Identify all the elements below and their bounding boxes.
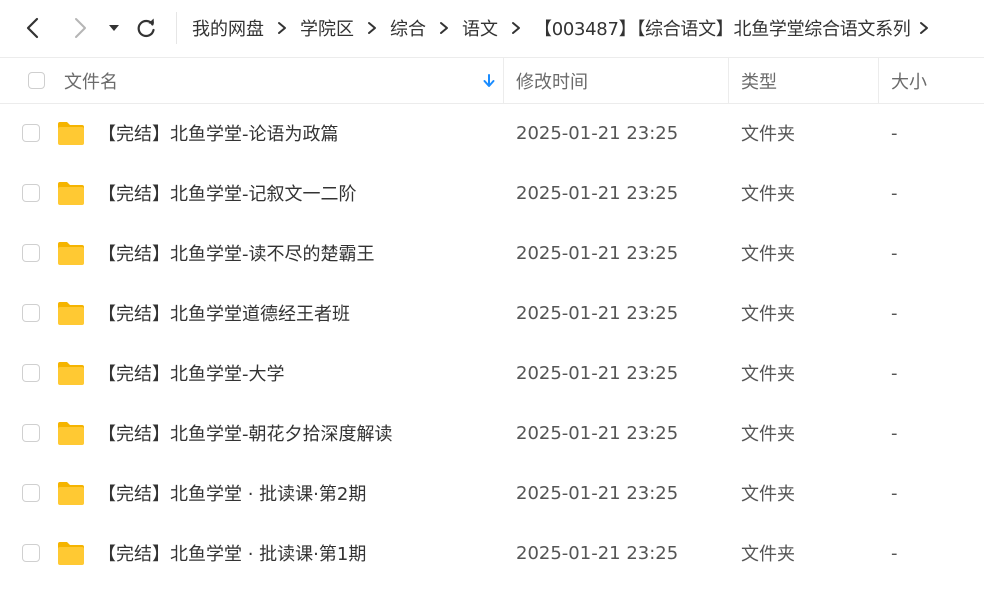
table-row[interactable]: 【完结】北鱼学堂-读不尽的楚霸王 2025-01-21 23:25 文件夹 - bbox=[0, 223, 984, 283]
breadcrumb-item-current[interactable]: 【003487】【综合语文】北鱼学堂综合语文系列 bbox=[534, 15, 911, 41]
breadcrumb-item[interactable]: 语文 bbox=[462, 15, 498, 41]
row-name[interactable]: 【完结】北鱼学堂道德经王者班 bbox=[98, 283, 350, 343]
back-button[interactable] bbox=[19, 14, 47, 42]
row-name[interactable]: 【完结】北鱼学堂 · 批读课·第2期 bbox=[98, 463, 366, 523]
row-checkbox[interactable] bbox=[22, 184, 40, 202]
row-type: 文件夹 bbox=[741, 364, 795, 385]
row-size: - bbox=[891, 242, 898, 264]
breadcrumb-separator-icon bbox=[498, 18, 534, 38]
row-checkbox[interactable] bbox=[22, 544, 40, 562]
table-row[interactable]: 【完结】北鱼学堂-大学 2025-01-21 23:25 文件夹 - bbox=[0, 343, 984, 403]
row-mtime: 2025-01-21 23:25 bbox=[516, 182, 679, 204]
toolbar: 我的网盘 学院区 综合 语文 【003487】【综合语文】北鱼学堂综合语文系列 bbox=[0, 0, 984, 56]
row-checkbox-cell bbox=[22, 163, 40, 223]
table-row[interactable]: 【完结】北鱼学堂-论语为政篇 2025-01-21 23:25 文件夹 - bbox=[0, 103, 984, 163]
select-all-cell bbox=[28, 58, 45, 103]
row-type: 文件夹 bbox=[741, 304, 795, 325]
select-all-checkbox[interactable] bbox=[28, 72, 45, 89]
toolbar-divider bbox=[176, 12, 177, 44]
breadcrumb-separator-icon bbox=[354, 18, 390, 38]
row-checkbox-cell bbox=[22, 523, 40, 583]
row-mtime: 2025-01-21 23:25 bbox=[516, 362, 679, 384]
file-list-header: 文件名 修改时间 类型 大小 bbox=[0, 57, 984, 104]
row-checkbox-cell bbox=[22, 463, 40, 523]
row-size: - bbox=[891, 362, 898, 384]
row-checkbox[interactable] bbox=[22, 304, 40, 322]
forward-button[interactable] bbox=[66, 14, 94, 42]
column-header-name[interactable]: 文件名 bbox=[64, 58, 118, 103]
row-checkbox-cell bbox=[22, 103, 40, 163]
table-row[interactable]: 【完结】北鱼学堂-记叙文一二阶 2025-01-21 23:25 文件夹 - bbox=[0, 163, 984, 223]
column-header-mtime[interactable]: 修改时间 bbox=[516, 58, 588, 103]
column-divider[interactable] bbox=[878, 58, 879, 103]
file-list: 【完结】北鱼学堂-论语为政篇 2025-01-21 23:25 文件夹 - 【完… bbox=[0, 103, 984, 583]
row-checkbox[interactable] bbox=[22, 484, 40, 502]
row-mtime: 2025-01-21 23:25 bbox=[516, 422, 679, 444]
row-type: 文件夹 bbox=[741, 124, 795, 145]
row-checkbox[interactable] bbox=[22, 124, 40, 142]
row-name[interactable]: 【完结】北鱼学堂-读不尽的楚霸王 bbox=[98, 223, 375, 283]
column-header-size[interactable]: 大小 bbox=[891, 58, 927, 103]
refresh-button[interactable] bbox=[132, 14, 160, 42]
folder-icon bbox=[56, 163, 86, 223]
row-mtime: 2025-01-21 23:25 bbox=[516, 242, 679, 264]
folder-icon bbox=[56, 103, 86, 163]
row-checkbox[interactable] bbox=[22, 424, 40, 442]
breadcrumb-item[interactable]: 学院区 bbox=[300, 15, 354, 41]
breadcrumb: 我的网盘 学院区 综合 语文 【003487】【综合语文】北鱼学堂综合语文系列 bbox=[192, 0, 937, 56]
breadcrumb-item[interactable]: 我的网盘 bbox=[192, 15, 264, 41]
chevron-right-icon bbox=[75, 18, 86, 38]
table-row[interactable]: 【完结】北鱼学堂 · 批读课·第1期 2025-01-21 23:25 文件夹 … bbox=[0, 523, 984, 583]
row-name[interactable]: 【完结】北鱼学堂 · 批读课·第1期 bbox=[98, 523, 366, 583]
table-row[interactable]: 【完结】北鱼学堂 · 批读课·第2期 2025-01-21 23:25 文件夹 … bbox=[0, 463, 984, 523]
row-checkbox-cell bbox=[22, 283, 40, 343]
column-header-type[interactable]: 类型 bbox=[741, 58, 777, 103]
row-checkbox[interactable] bbox=[22, 244, 40, 262]
row-checkbox-cell bbox=[22, 223, 40, 283]
row-size: - bbox=[891, 122, 898, 144]
row-mtime: 2025-01-21 23:25 bbox=[516, 542, 679, 564]
row-size: - bbox=[891, 302, 898, 324]
row-size: - bbox=[891, 542, 898, 564]
row-name[interactable]: 【完结】北鱼学堂-记叙文一二阶 bbox=[98, 163, 357, 223]
row-type: 文件夹 bbox=[741, 244, 795, 265]
breadcrumb-separator-icon bbox=[426, 18, 462, 38]
folder-icon bbox=[56, 283, 86, 343]
folder-icon bbox=[56, 223, 86, 283]
breadcrumb-more-icon[interactable] bbox=[911, 18, 937, 38]
history-dropdown-button[interactable] bbox=[104, 14, 124, 42]
refresh-icon bbox=[137, 18, 155, 38]
table-row[interactable]: 【完结】北鱼学堂-朝花夕拾深度解读 2025-01-21 23:25 文件夹 - bbox=[0, 403, 984, 463]
breadcrumb-item[interactable]: 综合 bbox=[390, 15, 426, 41]
folder-icon bbox=[56, 343, 86, 403]
row-name[interactable]: 【完结】北鱼学堂-大学 bbox=[98, 343, 285, 403]
file-manager-window: 我的网盘 学院区 综合 语文 【003487】【综合语文】北鱼学堂综合语文系列 bbox=[0, 0, 984, 602]
column-divider[interactable] bbox=[728, 58, 729, 103]
row-checkbox-cell bbox=[22, 343, 40, 403]
row-type: 文件夹 bbox=[741, 424, 795, 445]
row-checkbox-cell bbox=[22, 403, 40, 463]
row-type: 文件夹 bbox=[741, 184, 795, 205]
row-checkbox[interactable] bbox=[22, 364, 40, 382]
row-size: - bbox=[891, 422, 898, 444]
row-mtime: 2025-01-21 23:25 bbox=[516, 482, 679, 504]
folder-icon bbox=[56, 403, 86, 463]
row-mtime: 2025-01-21 23:25 bbox=[516, 302, 679, 324]
folder-icon bbox=[56, 523, 86, 583]
row-mtime: 2025-01-21 23:25 bbox=[516, 122, 679, 144]
caret-down-icon bbox=[109, 25, 119, 31]
folder-icon bbox=[56, 463, 86, 523]
chevron-left-icon bbox=[26, 17, 39, 39]
sort-down-arrow-icon[interactable] bbox=[482, 58, 496, 103]
row-size: - bbox=[891, 482, 898, 504]
row-name[interactable]: 【完结】北鱼学堂-论语为政篇 bbox=[98, 103, 339, 163]
column-divider[interactable] bbox=[503, 58, 504, 103]
row-size: - bbox=[891, 182, 898, 204]
row-type: 文件夹 bbox=[741, 544, 795, 565]
row-type: 文件夹 bbox=[741, 484, 795, 505]
row-name[interactable]: 【完结】北鱼学堂-朝花夕拾深度解读 bbox=[98, 403, 393, 463]
breadcrumb-separator-icon bbox=[264, 18, 300, 38]
table-row[interactable]: 【完结】北鱼学堂道德经王者班 2025-01-21 23:25 文件夹 - bbox=[0, 283, 984, 343]
